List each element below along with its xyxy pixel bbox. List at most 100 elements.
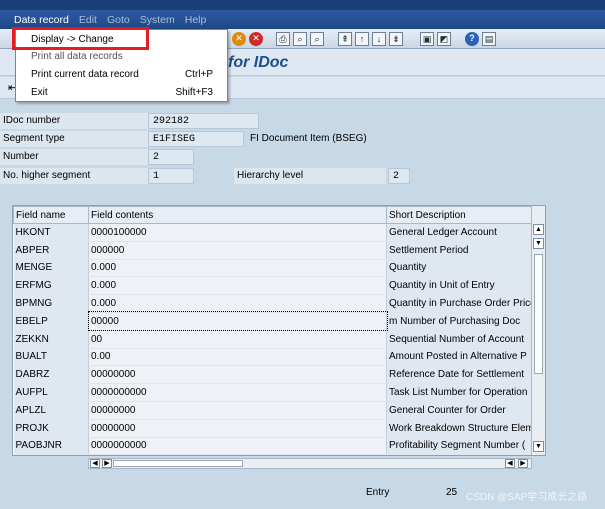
table-horizontal-scrollbar[interactable]: ◀ ▶ ◀ ▶ bbox=[88, 458, 532, 469]
new-session-icon[interactable]: ▣ bbox=[420, 32, 434, 46]
short-description-cell[interactable]: Task List Number for Operation bbox=[386, 383, 534, 402]
table-row[interactable]: DABRZ 00000000 Reference Date for Settleme… bbox=[13, 365, 534, 385]
previous-page-icon[interactable]: ↑ bbox=[355, 32, 369, 46]
help-icon[interactable]: ? bbox=[465, 32, 479, 46]
higher-segment-label: No. higher segment bbox=[0, 168, 148, 184]
field-name-cell[interactable]: ZEKKN bbox=[13, 330, 89, 349]
field-name-cell[interactable]: APLZL bbox=[13, 401, 89, 420]
short-description-cell[interactable]: Settlement Period bbox=[386, 241, 534, 260]
scroll-left-icon[interactable]: ◀ bbox=[90, 459, 100, 468]
field-contents-cell[interactable]: 0.000 bbox=[88, 259, 387, 278]
table-row[interactable]: APLZL 00000000 General Counter for Order bbox=[13, 401, 534, 420]
first-page-icon[interactable]: ⇞ bbox=[338, 32, 352, 46]
field-contents-cell[interactable]: 0.000 bbox=[88, 276, 387, 296]
column-header-short-description[interactable]: Short Description bbox=[386, 206, 534, 224]
menu-edit[interactable]: Edit bbox=[79, 14, 97, 26]
segment-type-field[interactable]: E1FISEG bbox=[148, 131, 244, 147]
field-contents-cell[interactable]: 00000000 bbox=[88, 401, 387, 420]
idoc-number-label: IDoc number bbox=[0, 113, 148, 129]
print-icon[interactable]: ⎙ bbox=[276, 32, 290, 46]
exit-icon[interactable]: ✕ bbox=[249, 32, 263, 46]
short-description-cell[interactable]: Quantity in Unit of Entry bbox=[386, 276, 534, 296]
field-name-cell[interactable]: DABRZ bbox=[13, 365, 89, 385]
field-name-cell[interactable]: PROJK bbox=[13, 419, 89, 438]
table-row[interactable]: BUALT 0.00 Amount Posted in Alternative P bbox=[13, 348, 534, 367]
scroll-up-icon[interactable]: ▼ bbox=[533, 238, 544, 249]
customize-layout-icon[interactable]: ▤ bbox=[482, 32, 496, 46]
menu-help[interactable]: Help bbox=[185, 14, 207, 26]
short-description-cell[interactable]: Quantity bbox=[386, 259, 534, 278]
field-contents-cell[interactable]: 00000 bbox=[87, 311, 388, 332]
column-header-field-contents[interactable]: Field contents bbox=[88, 206, 387, 224]
table-row[interactable]: MENGE 0.000 Quantity bbox=[13, 259, 534, 278]
menu-goto[interactable]: Goto bbox=[107, 14, 130, 26]
table-row[interactable]: BPMNG 0.000 Quantity in Purchase Order Pri… bbox=[13, 294, 534, 313]
short-description-cell[interactable]: m Number of Purchasing Doc bbox=[386, 312, 534, 331]
cancel-icon[interactable]: ✕ bbox=[232, 32, 246, 46]
menu-item-label: Print all data records bbox=[31, 51, 123, 62]
table-row[interactable]: ERFMG 0.000 Quantity in Unit of Entry bbox=[13, 276, 534, 296]
short-description-cell[interactable]: Sequential Number of Account bbox=[386, 330, 534, 349]
field-contents-cell[interactable]: 0.00 bbox=[88, 348, 387, 367]
menu-item-print-all[interactable]: Print all data records bbox=[16, 48, 227, 65]
scroll-down-icon[interactable]: ▼ bbox=[533, 441, 544, 452]
field-contents-cell[interactable]: 0000000000 bbox=[88, 437, 387, 456]
menu-item-label: Print current data record bbox=[31, 69, 139, 80]
short-description-cell[interactable]: General Counter for Order bbox=[386, 401, 534, 420]
find-icon[interactable]: ⌕ bbox=[293, 32, 307, 46]
find-next-icon[interactable]: ⌕ bbox=[310, 32, 324, 46]
table-row[interactable]: HKONT 0000100000 General Ledger Account bbox=[13, 223, 534, 242]
table-row[interactable]: ZEKKN 00 Sequential Number of Account bbox=[13, 330, 534, 349]
field-name-cell[interactable]: EBELP bbox=[13, 312, 89, 331]
table-row[interactable]: ABPER 000000 Settlement Period bbox=[13, 241, 534, 260]
menu-data-record[interactable]: Data record bbox=[14, 14, 69, 26]
hierarchy-level-field[interactable]: 2 bbox=[388, 168, 410, 184]
scroll-thumb[interactable] bbox=[534, 254, 543, 374]
highlight-box bbox=[12, 27, 149, 50]
segment-fields-table: Field name Field contents Short Descript… bbox=[12, 205, 546, 456]
short-description-cell[interactable]: General Ledger Account bbox=[386, 223, 534, 242]
field-contents-cell[interactable]: 0000000000 bbox=[88, 383, 387, 402]
shortcut-icon[interactable]: ◩ bbox=[437, 32, 451, 46]
menu-item-print-current[interactable]: Print current data record Ctrl+P bbox=[16, 66, 227, 83]
horizontal-scroll-thumb[interactable] bbox=[113, 460, 243, 467]
number-field[interactable]: 2 bbox=[148, 149, 194, 165]
table-row[interactable]: PROJK 00000000 Work Breakdown Structure El… bbox=[13, 419, 534, 438]
field-contents-cell[interactable]: 00 bbox=[88, 330, 387, 349]
table-vertical-scrollbar[interactable]: ▲ ▼ ▼ bbox=[531, 206, 545, 455]
short-description-cell[interactable]: Amount Posted in Alternative P bbox=[386, 348, 534, 367]
table-row[interactable]: AUFPL 0000000000 Task List Number for Oper… bbox=[13, 383, 534, 402]
field-name-cell[interactable]: AUFPL bbox=[13, 383, 89, 402]
field-name-cell[interactable]: BUALT bbox=[13, 348, 89, 367]
field-name-cell[interactable]: ERFMG bbox=[13, 276, 89, 296]
field-contents-cell[interactable]: 00000000 bbox=[88, 419, 387, 438]
scroll-up-icon[interactable]: ▲ bbox=[533, 224, 544, 235]
field-name-cell[interactable]: ABPER bbox=[13, 241, 89, 260]
next-page-icon[interactable]: ↓ bbox=[372, 32, 386, 46]
segment-type-label: Segment type bbox=[0, 131, 148, 147]
table-row[interactable]: EBELP 00000 m Number of Purchasing Doc bbox=[13, 311, 534, 332]
field-name-cell[interactable]: BPMNG bbox=[13, 294, 89, 313]
short-description-cell[interactable]: Profitability Segment Number ( bbox=[386, 437, 534, 456]
table-row[interactable]: PAOBJNR 0000000000 Profitability Segment N… bbox=[13, 437, 534, 456]
higher-segment-field[interactable]: 1 bbox=[148, 168, 194, 184]
last-page-icon[interactable]: ⇟ bbox=[389, 32, 403, 46]
short-description-cell[interactable]: Work Breakdown Structure Elem bbox=[386, 419, 534, 438]
menu-item-exit[interactable]: Exit Shift+F3 bbox=[16, 84, 227, 101]
short-description-cell[interactable]: Reference Date for Settlement bbox=[386, 365, 534, 385]
scroll-left-icon[interactable]: ◀ bbox=[505, 459, 515, 468]
field-contents-cell[interactable]: 00000000 bbox=[88, 365, 387, 385]
field-name-cell[interactable]: HKONT bbox=[13, 223, 89, 242]
idoc-number-field[interactable]: 292182 bbox=[148, 113, 259, 129]
short-description-cell[interactable]: Quantity in Purchase Order Price bbox=[386, 294, 534, 313]
field-name-cell[interactable]: PAOBJNR bbox=[13, 437, 89, 456]
hierarchy-level-label: Hierarchy level bbox=[234, 168, 386, 184]
scroll-right-icon[interactable]: ▶ bbox=[518, 459, 528, 468]
column-header-field-name[interactable]: Field name bbox=[13, 206, 89, 224]
menu-system[interactable]: System bbox=[140, 14, 175, 26]
scroll-right-icon[interactable]: ▶ bbox=[102, 459, 112, 468]
field-contents-cell[interactable]: 0000100000 bbox=[88, 223, 387, 242]
field-contents-cell[interactable]: 000000 bbox=[88, 241, 387, 260]
field-name-cell[interactable]: MENGE bbox=[13, 259, 89, 278]
field-contents-cell[interactable]: 0.000 bbox=[88, 294, 387, 313]
